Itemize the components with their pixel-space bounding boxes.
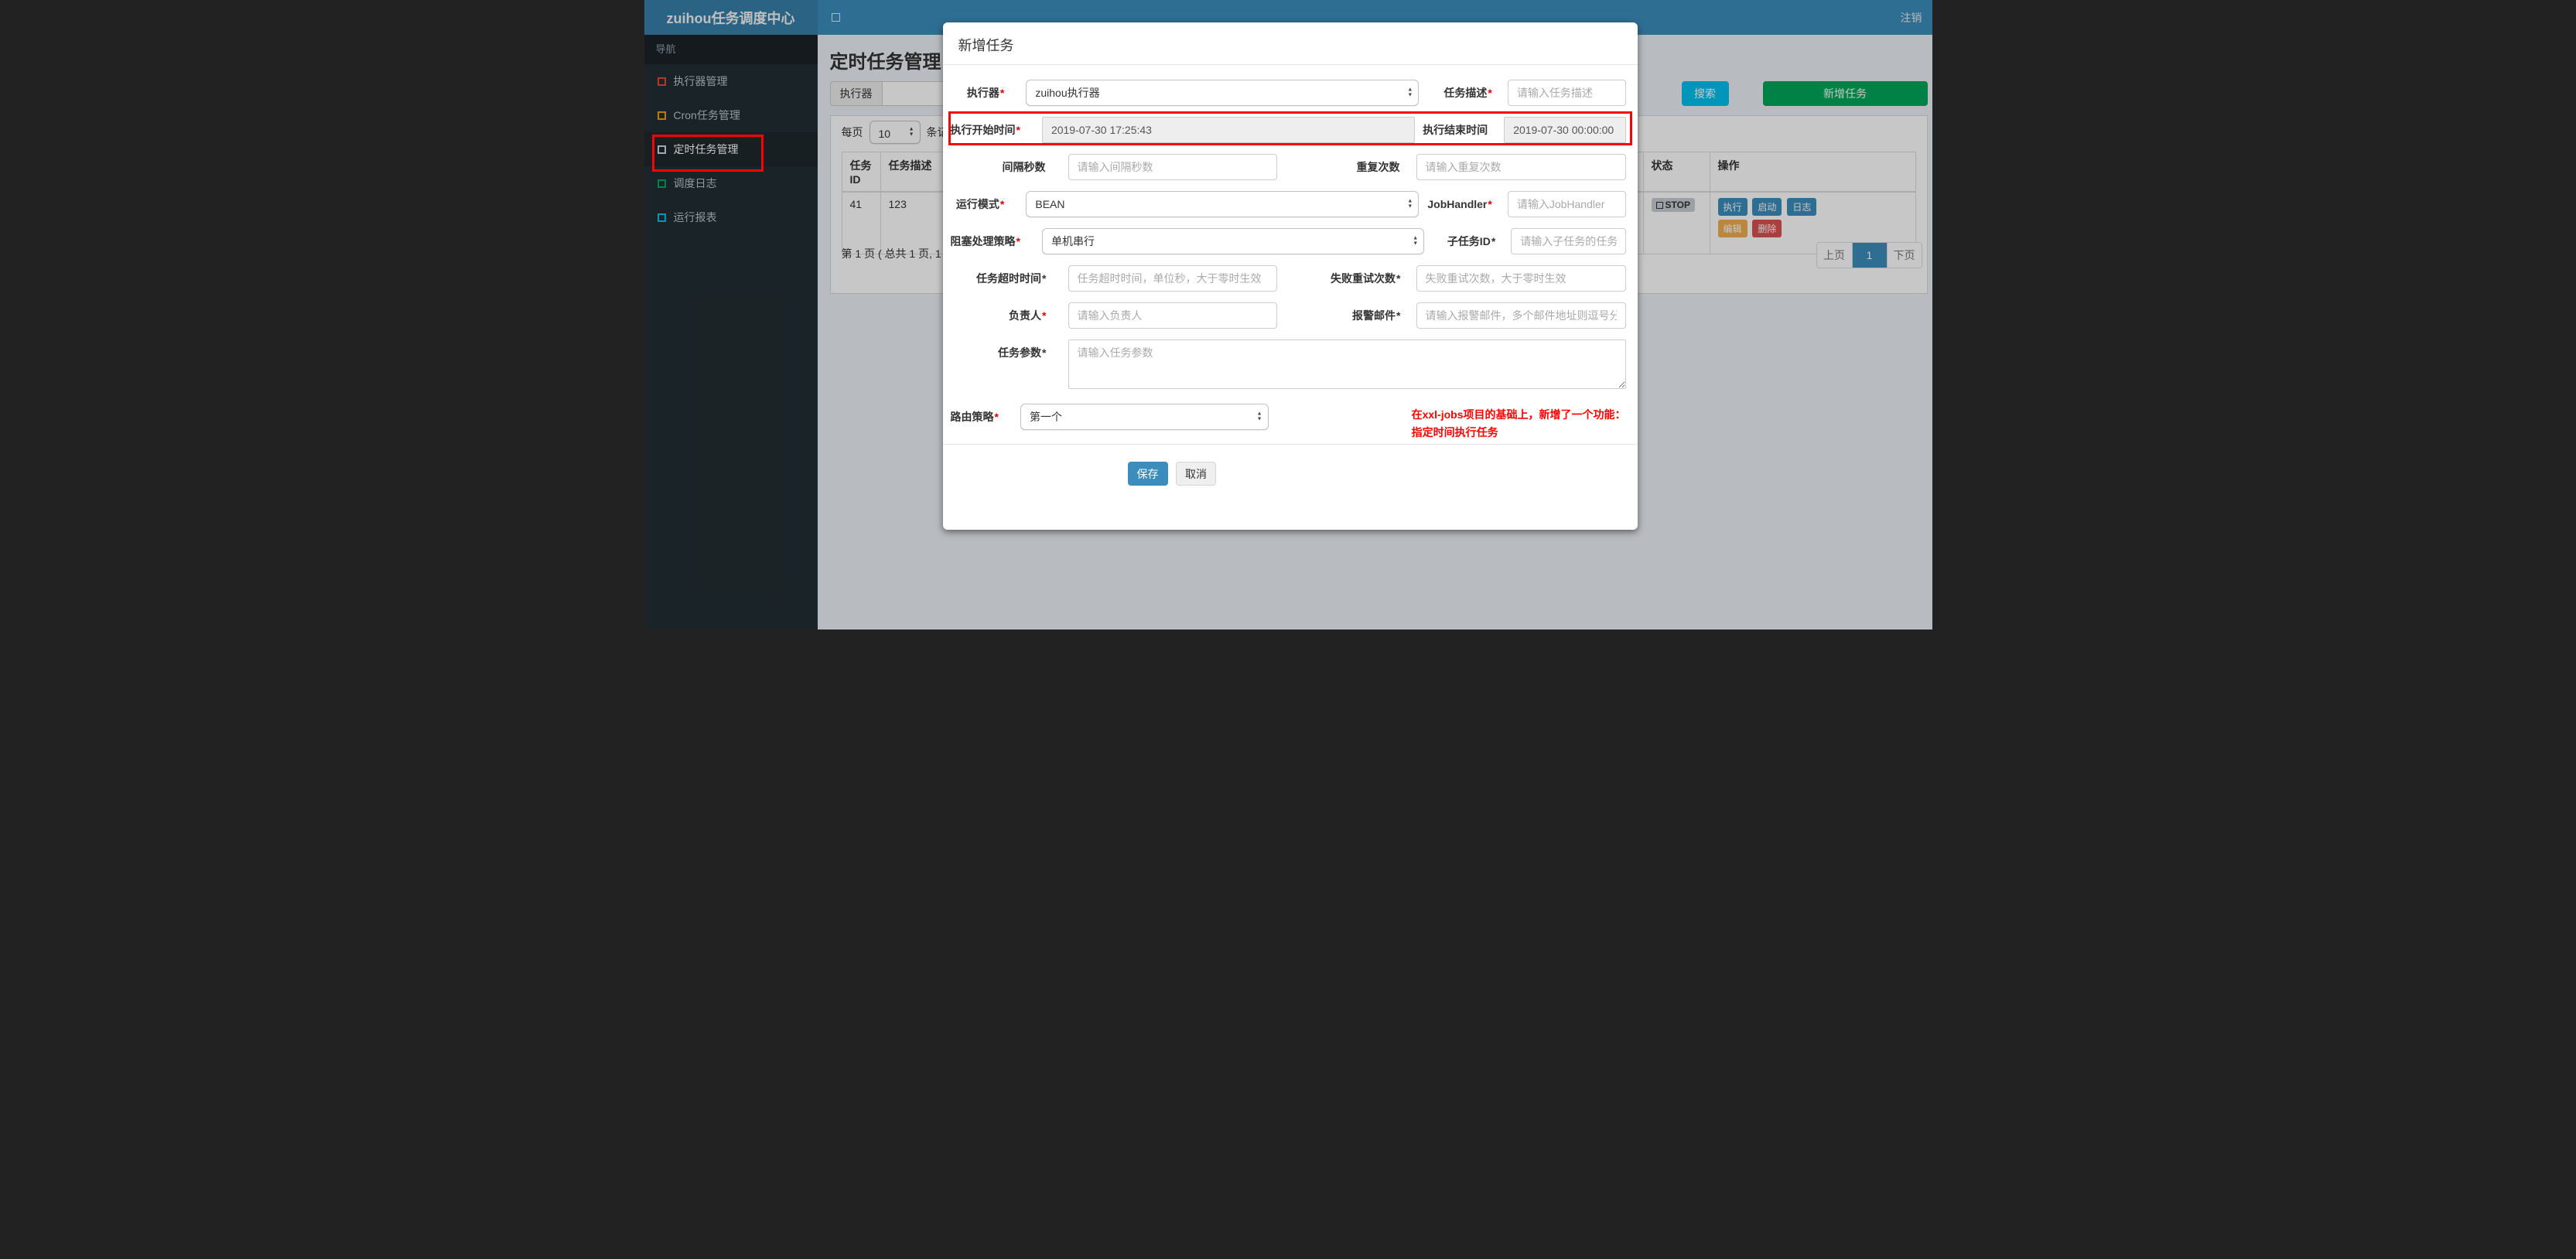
repeat-count-label: 重复次数 [1356, 161, 1400, 173]
timeout-input[interactable] [1068, 265, 1277, 292]
add-task-modal: 新增任务 执行器* zuihou执行器 ▲▼ 任务描述* 执行开始时间* 201… [942, 22, 1638, 530]
form-row: 任务参数* [951, 339, 1626, 393]
select-arrows-icon: ▲ ▼ [1413, 235, 1419, 247]
app-window: zuihou任务调度中心 注销 导航 执行器管理 Cron任务管理 定时任务管理… [644, 0, 1932, 630]
block-strategy-select[interactable]: 单机串行 ▲ ▼ [1041, 228, 1425, 254]
modal-footer: 保存 取消 [942, 444, 1638, 486]
run-mode-select[interactable]: BEAN ▲ ▼ [1026, 191, 1420, 217]
end-time-input[interactable]: 2019-07-30 00:00:00 [1504, 117, 1626, 143]
run-mode-label: 运行模式* [955, 198, 1005, 210]
route-strategy-select[interactable]: 第一个 ▲ ▼ [1020, 404, 1269, 430]
job-param-textarea[interactable] [1068, 339, 1626, 389]
owner-input[interactable] [1068, 302, 1277, 329]
form-row: 间隔秒数 重复次数 [951, 154, 1626, 180]
retry-count-input[interactable] [1416, 265, 1626, 292]
jobhandler-label: JobHandler* [1427, 198, 1492, 210]
jobhandler-input[interactable] [1507, 191, 1626, 217]
retry-count-label: 失败重试次数* [1331, 272, 1401, 285]
feature-note-text: 在xxl-jobs项目的基础上，新增了一个功能： 指定时间执行任务 [1411, 408, 1626, 438]
timeout-label: 任务超时时间* [976, 272, 1047, 285]
save-button[interactable]: 保存 [1127, 462, 1168, 486]
job-param-label: 任务参数* [998, 346, 1047, 359]
end-time-label: 执行结束时间 [1423, 124, 1488, 136]
task-desc-input[interactable] [1507, 80, 1626, 106]
select-arrows-icon: ▲ ▼ [1407, 87, 1413, 98]
start-time-label: 执行开始时间* [950, 124, 1020, 136]
modal-header: 新增任务 [942, 22, 1638, 65]
form-row: 执行器* zuihou执行器 ▲ ▼ 任务描述* [951, 80, 1626, 106]
start-time-input[interactable]: 2019-07-30 17:25:43 [1041, 117, 1416, 143]
alarm-email-label: 报警邮件* [1352, 309, 1401, 322]
cancel-button[interactable]: 取消 [1175, 462, 1216, 486]
form-row: 阻塞处理策略* 单机串行 ▲ ▼ 子任务ID* [951, 228, 1626, 254]
form-row: 运行模式* BEAN ▲ ▼ JobHandler* [951, 191, 1626, 217]
task-desc-label: 任务描述* [1443, 87, 1492, 99]
child-job-id-label: 子任务ID* [1447, 235, 1496, 247]
form-row: 任务超时时间* 失败重试次数* [951, 265, 1626, 292]
form-row: 负责人* 报警邮件* [951, 302, 1626, 329]
form-row-highlighted: 执行开始时间* 2019-07-30 17:25:43 执行结束时间 2019-… [951, 117, 1626, 143]
child-job-id-input[interactable] [1511, 228, 1626, 254]
modal-body: 执行器* zuihou执行器 ▲▼ 任务描述* 执行开始时间* 2019-07-… [943, 65, 1638, 442]
owner-label: 负责人* [1009, 309, 1047, 322]
alarm-email-input[interactable] [1416, 302, 1626, 329]
interval-seconds-label: 间隔秒数 [1002, 161, 1046, 173]
executor-label: 执行器* [966, 87, 1005, 99]
repeat-count-input[interactable] [1416, 154, 1626, 180]
select-arrows-icon: ▲ ▼ [1256, 411, 1262, 422]
select-arrows-icon: ▲ ▼ [1407, 198, 1413, 210]
executor-select[interactable]: zuihou执行器 ▲ ▼ [1026, 80, 1420, 106]
form-row: 路由策略* 第一个 ▲ ▼ 在xxl-jobs项目的基础上，新增了一个功能： 指定… [951, 404, 1626, 442]
block-strategy-label: 阻塞处理策略* [950, 235, 1020, 247]
interval-seconds-input[interactable] [1068, 154, 1277, 180]
route-strategy-label: 路由策略* [950, 411, 999, 423]
modal-title: 新增任务 [958, 38, 1014, 53]
